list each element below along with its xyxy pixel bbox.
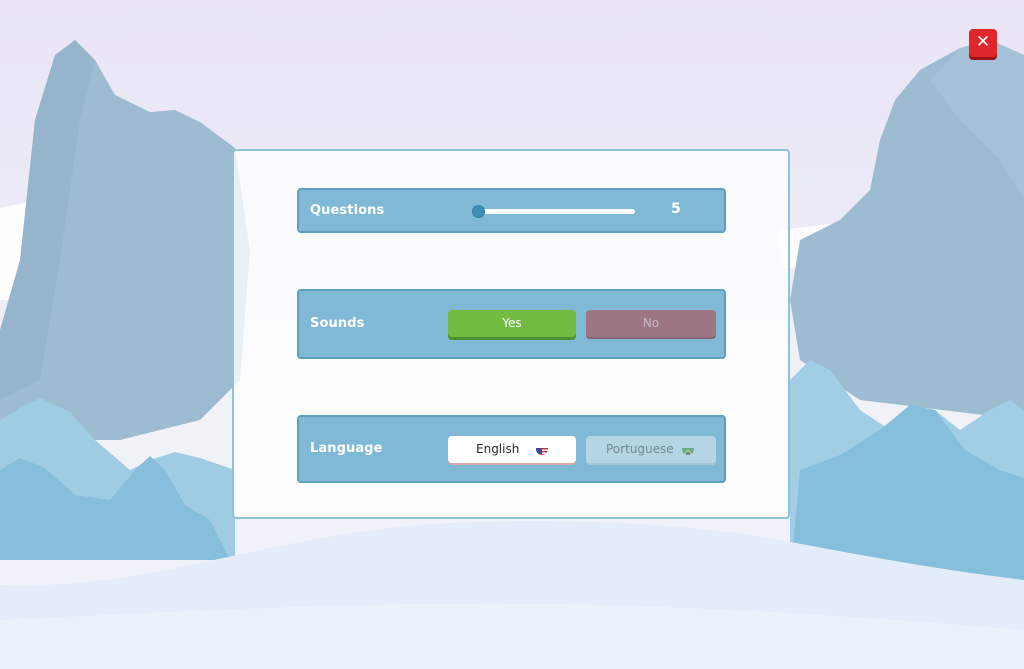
- questions-label: Questions: [310, 203, 385, 218]
- questions-value: 5: [671, 201, 681, 217]
- sounds-yes-label: Yes: [502, 316, 522, 330]
- sounds-label: Sounds: [310, 316, 365, 331]
- questions-row: Questions 5: [297, 188, 726, 233]
- language-portuguese-button[interactable]: Portuguese: [586, 436, 716, 463]
- settings-screen: ✕ Questions 5 Sounds Yes No Language Eng…: [0, 0, 1024, 669]
- language-row: Language English Portuguese: [297, 415, 726, 483]
- close-icon: ✕: [975, 32, 991, 52]
- brazil-flag-icon: [682, 443, 694, 455]
- sounds-no-button[interactable]: No: [586, 310, 716, 337]
- language-label: Language: [310, 441, 383, 456]
- language-english-label: English: [476, 442, 520, 456]
- sounds-yes-button[interactable]: Yes: [448, 310, 576, 337]
- language-portuguese-label: Portuguese: [606, 442, 674, 456]
- close-button[interactable]: ✕: [969, 29, 997, 57]
- sounds-row: Sounds Yes No: [297, 289, 726, 359]
- questions-slider-thumb[interactable]: [472, 205, 485, 218]
- us-flag-icon: [536, 443, 548, 455]
- questions-slider[interactable]: [472, 205, 635, 218]
- language-english-button[interactable]: English: [448, 436, 576, 463]
- sounds-no-label: No: [642, 316, 660, 330]
